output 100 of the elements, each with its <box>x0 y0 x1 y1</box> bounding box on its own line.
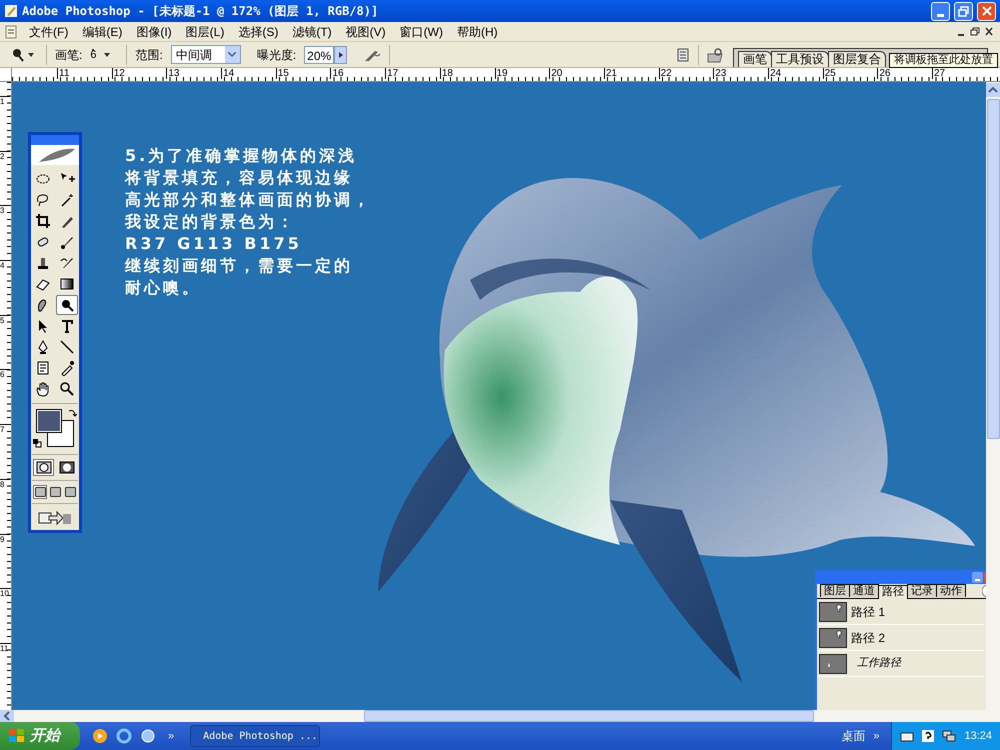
menu-item[interactable]: 滤镜(T) <box>285 22 339 40</box>
media-player-icon[interactable] <box>92 728 108 744</box>
menu-item[interactable]: 图层(L) <box>178 22 232 40</box>
caption-line: R37 G113 B175 <box>125 233 302 255</box>
more-button[interactable]: » <box>168 728 174 744</box>
scroll-up-icon[interactable] <box>986 83 1000 97</box>
menu-item[interactable]: 编辑(E) <box>75 22 130 40</box>
ruler-number: 11 <box>0 642 10 698</box>
path-thumbnail <box>819 654 847 674</box>
menu-item[interactable]: 帮助(H) <box>450 22 505 40</box>
ruler-number: 13 <box>166 68 222 79</box>
ruler-number: 5 <box>0 314 10 370</box>
menu-item[interactable]: 视图(V) <box>338 22 393 40</box>
chevron-icon <box>228 52 236 57</box>
ruler-number: 20 <box>549 68 604 79</box>
scroll-thumb[interactable] <box>986 99 1000 439</box>
exposure-field[interactable]: 20% <box>304 46 334 64</box>
exposure-slider-button[interactable] <box>334 46 348 64</box>
panel-tab[interactable]: 动作 <box>936 584 966 597</box>
caption-line: 高光部分和整体画面的协调， <box>125 189 372 211</box>
ruler-number: 24 <box>768 68 823 79</box>
ruler-number: 22 <box>658 68 714 79</box>
brush-label: 画笔: <box>55 46 82 64</box>
triangle-icon <box>338 52 343 58</box>
file-browser-icon[interactable] <box>707 46 725 62</box>
browser-icon[interactable] <box>116 728 132 744</box>
caption-line: 继续刻画细节，需要一定的 <box>125 255 353 277</box>
path-row[interactable]: 路径 2 <box>817 625 984 651</box>
taskbar-task[interactable]: Adobe Photoshop ... <box>190 725 320 747</box>
panel-tab[interactable]: 通道 <box>849 584 879 597</box>
ruler-number: 16 <box>330 68 386 79</box>
windows-logo-icon <box>8 728 26 744</box>
vertical-scrollbar[interactable] <box>986 82 1000 710</box>
minimize-button[interactable] <box>931 2 950 20</box>
brush-picker[interactable]: 6 <box>90 49 110 60</box>
restore-icon <box>958 6 969 16</box>
ruler-number: 14 <box>221 68 276 79</box>
ruler-number: 27 <box>932 68 987 79</box>
palette-tab[interactable]: 画笔 <box>738 51 772 67</box>
close-button[interactable] <box>977 2 996 20</box>
start-button[interactable]: 开始 <box>0 722 80 750</box>
more-button[interactable]: » <box>873 728 880 744</box>
feather-icon[interactable] <box>31 145 79 165</box>
ruler-number: 2 <box>0 150 10 206</box>
scroll-left-icon[interactable] <box>0 710 14 722</box>
document-icon <box>4 24 18 38</box>
ruler-number: 6 <box>0 369 10 424</box>
path-row[interactable]: 路径 1 <box>817 599 984 625</box>
menu-item[interactable]: 选择(S) <box>231 22 286 40</box>
help-icon[interactable] <box>922 730 934 742</box>
ruler-number: 3 <box>0 205 10 260</box>
exposure-label: 曝光度: <box>256 46 296 64</box>
path-thumbnail <box>819 602 847 622</box>
caret-icon <box>28 52 34 56</box>
range-dropdown[interactable]: 中间调 <box>170 45 241 64</box>
path-row[interactable]: 工作路径 <box>817 651 984 677</box>
ruler-number: 12 <box>112 68 166 79</box>
standard-mode-icon[interactable] <box>33 459 54 476</box>
panel-tab[interactable]: 记录 <box>907 584 937 597</box>
screen-mode-icon[interactable] <box>48 485 62 499</box>
horizontal-scroll-thumb[interactable] <box>364 710 814 722</box>
ruler-number: 23 <box>713 68 768 79</box>
clock: 13:24 <box>964 728 992 744</box>
screen-mode-icon[interactable] <box>33 485 47 499</box>
globe-icon[interactable] <box>140 728 156 744</box>
swap-arrow-icon[interactable] <box>68 408 77 417</box>
restore-icon[interactable] <box>968 26 982 38</box>
dodge-icon <box>12 48 24 62</box>
caption-line: 5.为了准确掌握物体的深浅 <box>125 145 358 167</box>
ruler-number: 15 <box>276 68 330 79</box>
app-icon <box>4 4 18 18</box>
ruler-number: 11 <box>57 68 112 79</box>
ruler-number: 1 <box>0 96 10 151</box>
menu-item[interactable]: 窗口(W) <box>392 22 450 40</box>
palette-tab[interactable]: 工具预设 <box>771 51 829 67</box>
tooltip: 将调板拖至此处放置 <box>889 53 998 68</box>
default-colors-icon[interactable] <box>33 439 42 448</box>
restore-button[interactable] <box>954 2 973 20</box>
ruler-number: 4 <box>0 260 10 315</box>
dodge-icon[interactable] <box>56 295 78 315</box>
palette-tab[interactable]: 图层复合 <box>828 51 886 67</box>
keyboard-icon[interactable] <box>900 730 914 742</box>
ruler-number: 18 <box>440 68 494 79</box>
network-icon[interactable] <box>942 729 956 743</box>
ruler-number: 21 <box>604 68 659 79</box>
ruler-number: 9 <box>0 534 10 588</box>
menu-item[interactable]: 图像(I) <box>129 22 179 40</box>
close-icon <box>982 6 992 16</box>
panel-tab[interactable]: 图层 <box>820 584 850 597</box>
desktop-label[interactable]: 桌面 <box>841 727 866 745</box>
menu-item[interactable]: 文件(F) <box>22 22 76 40</box>
panel-tab[interactable]: 路径 <box>878 585 908 599</box>
palette-icon[interactable] <box>676 48 690 62</box>
path-thumbnail <box>819 628 847 648</box>
ruler-number: 17 <box>385 68 440 79</box>
ruler-number: 19 <box>494 68 550 79</box>
color-swatches-drawing[interactable] <box>36 409 74 447</box>
ruler-number: 8 <box>0 478 10 534</box>
screen-mode-icon[interactable] <box>63 485 77 499</box>
ruler-number: 26 <box>877 68 932 79</box>
